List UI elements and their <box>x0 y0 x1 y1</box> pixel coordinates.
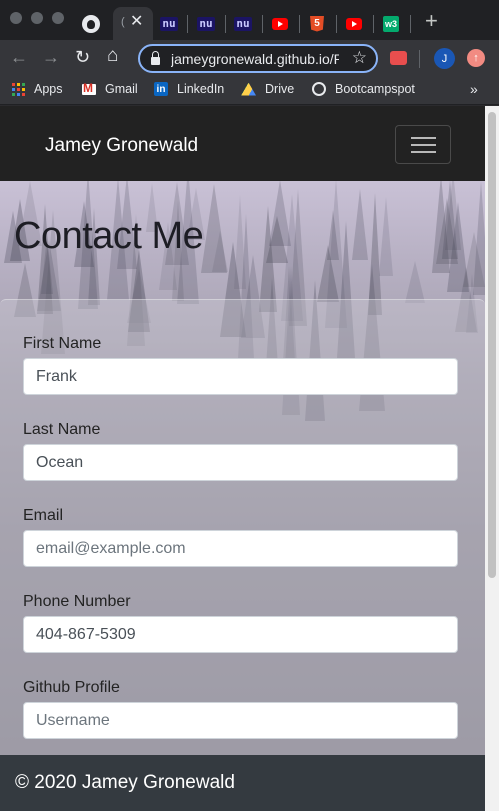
back-arrow-icon[interactable]: ← <box>10 47 28 68</box>
gmail-icon <box>82 81 96 95</box>
extension-icon[interactable] <box>390 51 407 65</box>
site-navbar: Jamey Gronewald <box>0 106 485 181</box>
home-icon[interactable]: ⌂ <box>107 45 118 67</box>
scrollbar-thumb[interactable] <box>488 112 496 578</box>
forward-arrow-icon[interactable]: → <box>42 47 60 68</box>
drive-icon <box>241 82 256 96</box>
linkedin-icon: in <box>154 82 168 96</box>
loading-icon: ( <box>121 16 125 28</box>
page-viewport: Jamey Gronewald Contact Me First Name La… <box>0 106 485 811</box>
github-icon <box>82 14 100 33</box>
browser-tab-strip: ( ✕ nu nu nu 5 w3 + <box>0 0 499 40</box>
tab-youtube-2[interactable] <box>338 7 370 40</box>
navbar-brand[interactable]: Jamey Gronewald <box>45 135 198 157</box>
youtube-icon <box>272 17 288 30</box>
minimize-window-button[interactable] <box>31 12 43 24</box>
nu-icon: nu <box>234 16 252 31</box>
browser-toolbar: ← → ↻ ⌂ jameygronewald.github.io/Portfol… <box>0 40 499 77</box>
url-text[interactable]: jameygronewald.github.io/Portfolio/conta… <box>171 51 339 67</box>
first-name-label: First Name <box>23 335 102 352</box>
nu-icon: nu <box>160 16 178 31</box>
bookmark-label: Drive <box>265 82 295 96</box>
tab-w3schools[interactable]: w3 <box>375 7 407 40</box>
nu-icon: nu <box>197 16 215 31</box>
w3schools-icon: w3 <box>383 15 399 32</box>
bookmark-drive[interactable]: Drive <box>241 82 294 96</box>
bookmark-gmail[interactable]: Gmail <box>82 81 138 96</box>
tab-youtube-1[interactable] <box>264 7 296 40</box>
tab-nu-3[interactable]: nu <box>227 7 259 40</box>
github-username-input[interactable] <box>23 702 458 739</box>
bookmark-label: Apps <box>34 82 63 96</box>
navbar-toggler-button[interactable] <box>395 125 451 164</box>
new-tab-button[interactable]: + <box>425 8 438 34</box>
maximize-window-button[interactable] <box>52 12 64 24</box>
apps-grid-icon <box>12 82 25 96</box>
more-bookmarks-chevron-icon[interactable]: » <box>470 81 478 97</box>
update-arrow-icon[interactable]: ↑ <box>467 49 485 67</box>
site-footer: © 2020 Jamey Gronewald <box>0 755 485 811</box>
tab-nu-1[interactable]: nu <box>153 7 185 40</box>
first-name-input[interactable] <box>23 358 458 395</box>
bookmark-star-icon[interactable]: ☆ <box>352 48 367 68</box>
github-profile-label: Github Profile <box>23 679 120 696</box>
bookmark-bootcampspot[interactable]: Bootcampspot <box>312 82 415 96</box>
youtube-icon <box>346 17 362 30</box>
tab-nu-2[interactable]: nu <box>190 7 222 40</box>
last-name-input[interactable] <box>23 444 458 481</box>
close-tab-icon[interactable]: ✕ <box>130 11 143 31</box>
bookmarks-bar: Apps Gmail in LinkedIn Drive Bootcampspo… <box>0 77 499 105</box>
bookmark-linkedin[interactable]: in LinkedIn <box>154 82 224 96</box>
bookmark-label: Gmail <box>105 82 138 96</box>
profile-avatar[interactable]: J <box>434 48 455 69</box>
email-label: Email <box>23 507 64 524</box>
bookmark-label: Bootcampspot <box>335 82 415 96</box>
html5-icon: 5 <box>310 15 324 32</box>
tab-html5[interactable]: 5 <box>301 7 333 40</box>
email-input[interactable] <box>23 530 458 567</box>
tab-github[interactable] <box>76 7 106 40</box>
hamburger-icon <box>411 137 436 139</box>
bookmark-label: LinkedIn <box>177 82 225 96</box>
reload-icon[interactable]: ↻ <box>75 47 90 68</box>
contact-form: First Name Last Name Email Phone Number … <box>0 299 485 769</box>
last-name-label: Last Name <box>23 421 101 438</box>
phone-number-input[interactable] <box>23 616 458 653</box>
page-scrollbar[interactable] <box>485 106 499 811</box>
address-bar[interactable]: jameygronewald.github.io/Portfolio/conta… <box>138 44 378 73</box>
lock-icon <box>151 50 160 65</box>
globe-icon <box>312 82 326 96</box>
bookmark-apps[interactable]: Apps <box>12 82 63 96</box>
page-header: Contact Me <box>0 181 485 300</box>
close-window-button[interactable] <box>10 12 22 24</box>
footer-copyright: © 2020 Jamey Gronewald <box>15 772 235 793</box>
phone-number-label: Phone Number <box>23 593 131 610</box>
page-title: Contact Me <box>14 215 204 257</box>
